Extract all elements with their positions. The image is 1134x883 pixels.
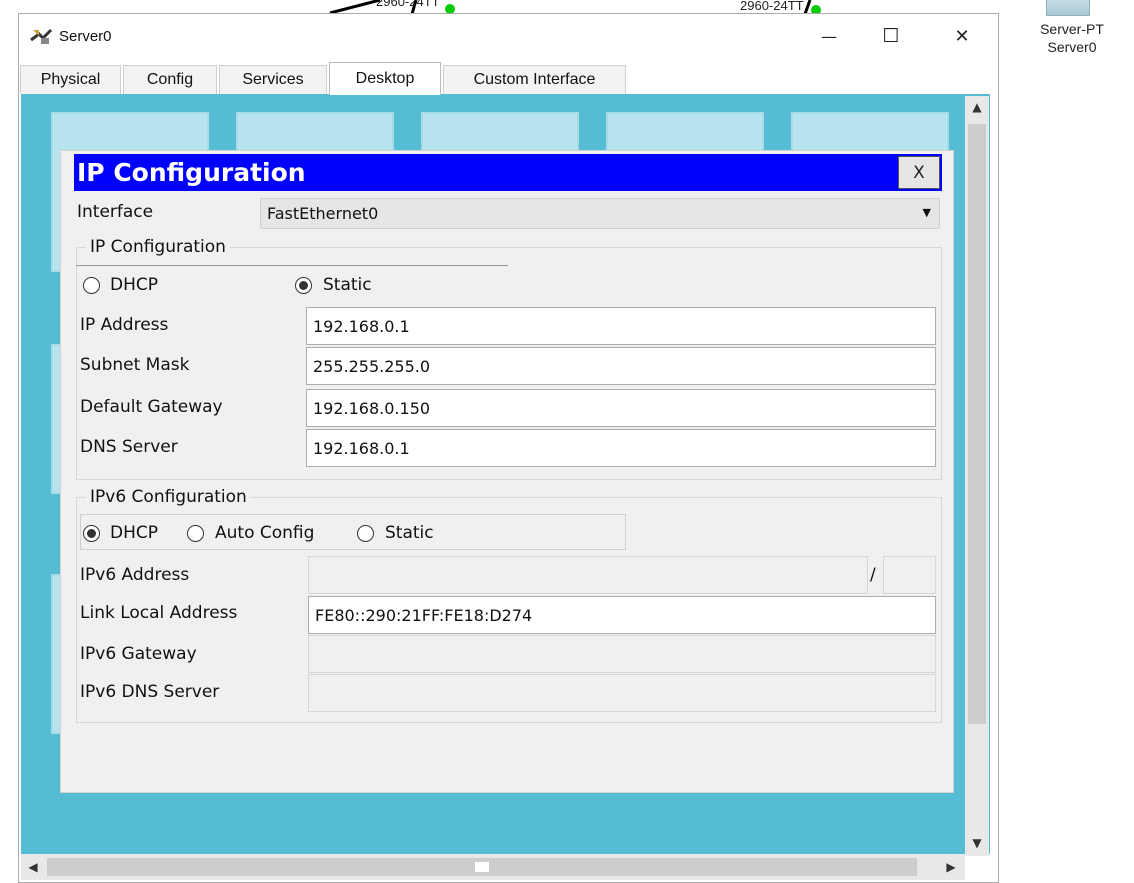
server-app-icon — [30, 28, 53, 44]
ipv6-legend: IPv6 Configuration — [86, 487, 251, 507]
interface-value: FastEthernet0 — [267, 204, 379, 223]
ipv4-dhcp-label[interactable]: DHCP — [110, 275, 158, 295]
ipv6-address-field[interactable] — [308, 556, 868, 594]
maximize-button[interactable]: ☐ — [868, 14, 914, 58]
minimize-icon: — — [821, 26, 837, 46]
ipv6-auto-config-radio[interactable] — [187, 525, 204, 542]
ip-configuration-dialog: IP Configuration X Interface FastEtherne… — [60, 150, 954, 793]
scroll-left-icon[interactable]: ◀ — [23, 860, 43, 874]
ipv6-auto-config-label[interactable]: Auto Config — [215, 523, 314, 543]
ipv6-prefix-field[interactable] — [883, 556, 936, 594]
tab-strip: Physical Config Services Desktop Custom … — [19, 62, 998, 95]
ipv6-dns-server-field[interactable] — [308, 674, 936, 712]
tab-config-label: Config — [146, 71, 194, 88]
link-local-address-label: Link Local Address — [80, 603, 238, 623]
ipv4-legend: IP Configuration — [86, 237, 230, 257]
window-titlebar[interactable]: Server0 — ☐ ✕ — [19, 14, 998, 61]
dns-server-label: DNS Server — [80, 437, 178, 457]
dialog-close-button[interactable]: X — [898, 156, 940, 189]
ipv6-dhcp-radio[interactable] — [83, 525, 100, 542]
server-device-label[interactable]: Server-PT Server0 — [1010, 20, 1134, 56]
scroll-down-icon[interactable]: ▼ — [967, 836, 987, 850]
tab-physical-label: Physical — [40, 71, 101, 88]
ipv4-static-label[interactable]: Static — [323, 275, 372, 295]
scroll-grip-icon — [475, 862, 489, 872]
ipv4-legend-divider — [76, 265, 508, 266]
tab-services[interactable]: Services — [219, 65, 327, 94]
tab-services-label: Services — [242, 71, 304, 88]
ipv6-dhcp-label[interactable]: DHCP — [110, 523, 158, 543]
dialog-title: IP Configuration — [77, 158, 306, 187]
window-title: Server0 — [59, 28, 112, 45]
ipv6-static-radio[interactable] — [357, 525, 374, 542]
ipv6-gateway-field[interactable] — [308, 635, 936, 673]
ipv6-mode-box — [80, 514, 626, 550]
ip-address-field[interactable]: 192.168.0.1 — [306, 307, 936, 345]
ipv6-static-label[interactable]: Static — [385, 523, 434, 543]
default-gateway-field[interactable]: 192.168.0.150 — [306, 389, 936, 427]
tab-custom-interface-label: Custom Interface — [473, 71, 596, 88]
close-icon: ✕ — [954, 25, 970, 47]
server-device-name: Server0 — [1047, 39, 1097, 55]
switch-label-right: 2960-24TT — [740, 0, 804, 13]
minimize-button[interactable]: — — [806, 14, 852, 58]
tab-config[interactable]: Config — [123, 65, 217, 94]
switch-label-left: 2960-24TT — [376, 0, 440, 9]
dialog-header: IP Configuration X — [74, 154, 942, 191]
ipv6-dns-server-label: IPv6 DNS Server — [80, 682, 220, 702]
ipv6-gateway-label: IPv6 Gateway — [80, 644, 197, 664]
server-device-icon[interactable] — [1046, 0, 1090, 16]
maximize-icon: ☐ — [882, 25, 900, 47]
subnet-mask-label: Subnet Mask — [80, 355, 190, 375]
dns-server-field[interactable]: 192.168.0.1 — [306, 429, 936, 467]
tab-physical[interactable]: Physical — [20, 65, 121, 94]
close-button[interactable]: ✕ — [939, 14, 985, 58]
ipv6-address-label: IPv6 Address — [80, 565, 190, 585]
ip-address-label: IP Address — [80, 315, 169, 335]
default-gateway-label: Default Gateway — [80, 397, 223, 417]
ipv4-static-radio[interactable] — [295, 277, 312, 294]
scroll-up-icon[interactable]: ▲ — [967, 100, 987, 114]
chevron-down-icon: ▼ — [922, 206, 931, 219]
ipv6-prefix-separator: / — [870, 565, 876, 585]
tab-desktop-label: Desktop — [355, 70, 415, 87]
subnet-mask-field[interactable]: 255.255.255.0 — [306, 347, 936, 385]
tab-desktop[interactable]: Desktop — [329, 62, 441, 95]
ipv4-dhcp-radio[interactable] — [83, 277, 100, 294]
interface-select[interactable]: FastEthernet0 ▼ — [260, 198, 940, 229]
tab-custom-interface[interactable]: Custom Interface — [443, 65, 626, 94]
interface-label: Interface — [77, 202, 154, 222]
server-device-type: Server-PT — [1040, 21, 1104, 37]
vertical-scroll-thumb[interactable] — [968, 124, 986, 724]
scroll-right-icon[interactable]: ▶ — [941, 860, 961, 874]
link-local-address-field[interactable]: FE80::290:21FF:FE18:D274 — [308, 596, 936, 634]
